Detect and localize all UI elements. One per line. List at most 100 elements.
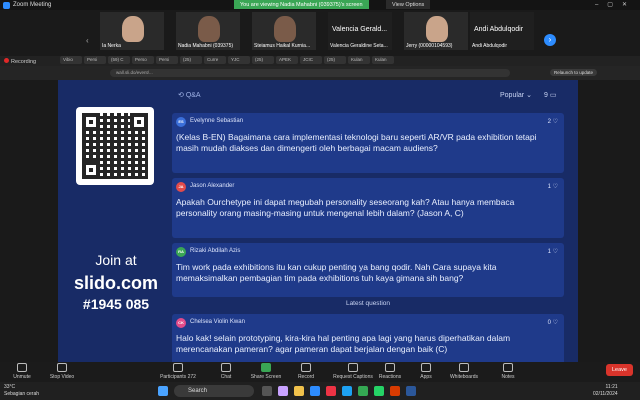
window-controls[interactable]: –▢✕ [595,1,636,8]
share-screen-button[interactable]: Share Screen [246,363,286,380]
system-clock[interactable]: 11:21 02/11/2024 [593,384,618,398]
chat-button[interactable]: Chat [206,363,246,380]
like-count[interactable]: 0 ♡ [548,319,558,326]
notes-icon [503,363,513,372]
question-author: Rizaki Abdilah Azis [190,248,241,254]
like-count-value: 1 [547,249,551,255]
chrome-icon[interactable] [358,386,368,396]
browser-tab[interactable]: Persi [156,56,178,64]
record-label: Record [297,374,315,380]
browser-toolbar: wall.sli.do/event/... Relaunch to update [0,66,640,80]
participants-button[interactable]: Participants 272 [158,363,198,380]
qr-pattern [82,113,148,179]
sort-dropdown[interactable]: Popular ⌄ [500,91,532,99]
clock-date: 02/11/2024 [593,391,618,397]
powerpoint-icon[interactable] [390,386,400,396]
event-code: #1945 085 [82,296,150,312]
browser-tab[interactable]: Persi [84,56,106,64]
taskbar-search[interactable]: Search [174,385,254,397]
browser-tab[interactable]: (25) [324,56,346,64]
gallery-prev-icon[interactable]: ‹ [86,36,89,45]
share-screen-label: Share Screen [250,374,282,380]
participant-video [274,16,296,42]
apps-label: Apps [420,374,432,380]
widgets-icon[interactable] [278,386,288,396]
question-card[interactable]: JA Jason Alexander 1 ♡ Apakah Ourchetype… [172,178,564,238]
weather-widget[interactable]: 33°C Sebagian cerah [4,384,39,398]
unmute-button[interactable]: Unmute [2,363,42,380]
question-text: Tim work pada exhibitions itu kan cukup … [176,262,497,283]
participant-tile[interactable]: Andi Abdulqodir Andi Abdulqodir [470,12,534,50]
file-explorer-icon[interactable] [294,386,304,396]
store-icon[interactable] [326,386,336,396]
whatsapp-icon[interactable] [374,386,384,396]
participant-tile[interactable]: Ia Nerka [100,12,164,50]
browser-tab[interactable]: Perso [132,56,154,64]
avatar: ES [176,117,186,127]
question-card[interactable]: ES Evelynne Sebastian 2 ♡ (Kelas B-EN) B… [172,113,564,173]
zoom-icon[interactable] [342,386,352,396]
browser-tab[interactable]: Kulan [348,56,370,64]
browser-tab[interactable]: Curre [204,56,226,64]
participant-name: Jerry (00000104593) [406,43,453,49]
qr-finder [130,113,148,131]
browser-tab[interactable]: (25) [180,56,202,64]
record-dot-icon [4,57,9,63]
browser-tab[interactable]: YJC [228,56,250,64]
browser-tab[interactable]: APEK [276,56,298,64]
gallery-next-icon[interactable]: › [544,34,556,46]
relaunch-button[interactable]: Relaunch to update [550,69,598,76]
participant-tile[interactable]: Steiamus Haikal Kurnia... [252,12,316,50]
stop-video-button[interactable]: Stop Video [42,363,82,380]
recording-label: Recording [11,58,37,65]
viewing-banner: You are viewing Nadia Mahabni (039375)'s… [234,0,369,9]
browser-tab[interactable]: (59) C [108,56,130,64]
sort-label: Popular [500,92,525,99]
participants-count: 272 [187,374,196,380]
participant-video [122,16,144,42]
question-text: (Kelas B-EN) Bagaimana cara implementasi… [176,132,537,153]
view-options-button[interactable]: View Options [386,0,431,9]
latest-question-label: Latest question [345,300,391,307]
like-count[interactable]: 2 ♡ [548,118,558,125]
stop-video-label: Stop Video [49,374,75,380]
avatar: JA [176,182,186,192]
window-title: Zoom Meeting [13,2,52,8]
avatar: CK [176,318,186,328]
question-card[interactable]: RA Rizaki Abdilah Azis 1 ♡ Tim work pada… [172,243,564,297]
qr-code [76,107,154,185]
like-count[interactable]: 1 ♡ [548,248,558,255]
participant-name: Ia Nerka [102,43,121,49]
address-bar[interactable]: wall.sli.do/event/... [110,69,510,77]
participant-gallery: ‹ Ia Nerka Nadia Mahabni (039375) Steiam… [0,10,640,52]
notes-label: Notes [501,374,515,380]
word-icon[interactable] [406,386,416,396]
qr-finder [82,161,100,179]
record-button[interactable]: Record [286,363,326,380]
join-url: slido.com [73,273,158,293]
like-count-value: 1 [547,184,551,190]
leave-button[interactable]: Leave [606,364,633,376]
qa-tab[interactable]: ⟲ Q&A [178,91,201,99]
browser-tab[interactable]: Kulan [372,56,394,64]
notes-button[interactable]: Notes [488,363,528,380]
browser-tab[interactable]: (25) [252,56,274,64]
edge-icon[interactable] [310,386,320,396]
question-count: 9 ▭ [544,92,557,99]
windows-start-icon[interactable] [158,386,168,396]
zoom-controls: Unmute Stop Video Participants 272 Chat … [0,362,640,384]
browser-tab[interactable]: Vibio [60,56,82,64]
like-count[interactable]: 1 ♡ [548,183,558,190]
task-view-icon[interactable] [262,386,272,396]
browser-tab[interactable]: JCIC [300,56,322,64]
participant-tile[interactable]: Valencia Gerald... Valencia Geraldine Se… [328,12,392,50]
whiteboards-button[interactable]: Whiteboards [440,363,488,380]
slido-wall: Join at slido.com #1945 085 ⟲ Q&A Popula… [58,80,578,370]
participant-tile[interactable]: Jerry (00000104593) [404,12,468,50]
participant-tile[interactable]: Nadia Mahabni (039375) [176,12,240,50]
question-text: Halo kak! selain prototyping, kira-kira … [176,333,511,354]
reactions-button[interactable]: Reactions [370,363,410,380]
microphone-icon [17,363,27,372]
request-captions-label: Request Captions [333,374,373,380]
chat-label: Chat [220,374,232,380]
